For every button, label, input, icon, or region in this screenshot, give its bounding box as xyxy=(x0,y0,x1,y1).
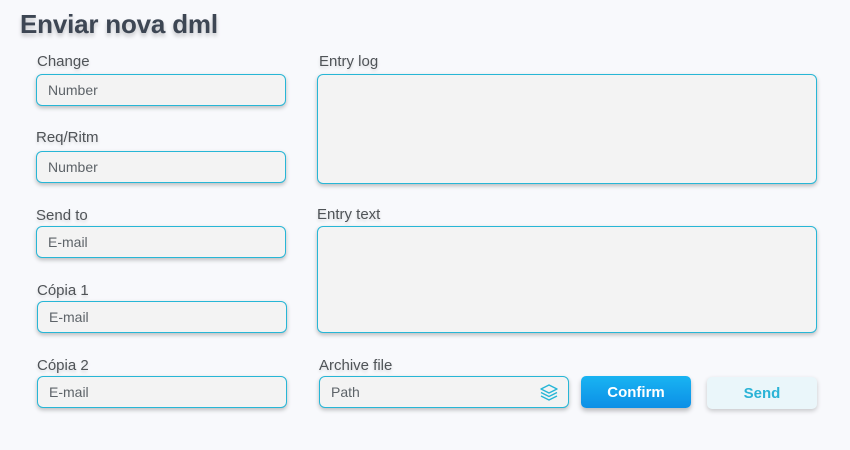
entry-log-label: Entry log xyxy=(319,53,379,70)
copia2-input[interactable]: E-mail xyxy=(37,376,287,408)
req-ritm-placeholder: Number xyxy=(48,159,98,175)
req-ritm-label: Req/Ritm xyxy=(36,129,99,146)
change-input[interactable]: Number xyxy=(36,74,286,106)
change-placeholder: Number xyxy=(48,82,98,98)
send-to-input[interactable]: E-mail xyxy=(36,226,286,258)
archive-file-input[interactable]: Path xyxy=(319,376,569,408)
archive-file-label: Archive file xyxy=(319,357,393,374)
copia2-placeholder: E-mail xyxy=(49,384,89,400)
dml-form-page: Enviar nova dml Change Number Req/Ritm N… xyxy=(0,0,850,450)
copia2-label: Cópia 2 xyxy=(37,357,89,374)
entry-log-textarea[interactable] xyxy=(317,74,817,184)
confirm-button[interactable]: Confirm xyxy=(581,376,691,408)
send-to-placeholder: E-mail xyxy=(48,234,88,250)
send-to-label: Send to xyxy=(36,207,88,224)
copia1-placeholder: E-mail xyxy=(49,309,89,325)
send-button[interactable]: Send xyxy=(707,377,817,409)
copia1-input[interactable]: E-mail xyxy=(37,301,287,333)
layers-icon[interactable] xyxy=(538,382,560,404)
entry-text-label: Entry text xyxy=(317,206,381,223)
req-ritm-input[interactable]: Number xyxy=(36,151,286,183)
copia1-label: Cópia 1 xyxy=(37,282,89,299)
archive-file-placeholder: Path xyxy=(331,384,360,400)
change-label: Change xyxy=(37,53,90,70)
page-title: Enviar nova dml xyxy=(20,9,218,39)
entry-text-textarea[interactable] xyxy=(317,226,817,333)
